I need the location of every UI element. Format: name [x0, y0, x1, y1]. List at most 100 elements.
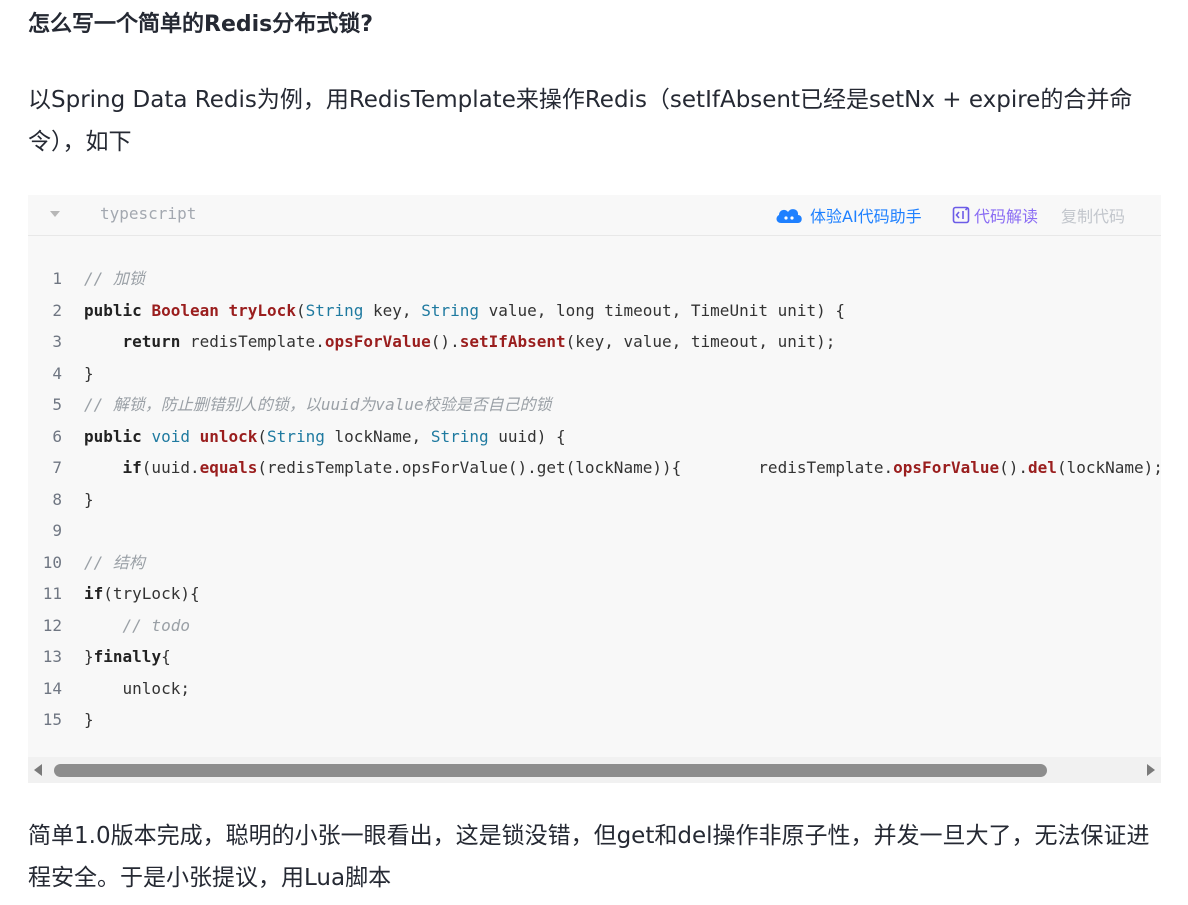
code-text: if(uuid.equals(redisTemplate.opsForValue… [84, 452, 1161, 484]
followup-paragraph: 简单1.0版本完成，聪明的小张一眼看出，这是锁没错，但get和del操作非原子性… [28, 823, 1150, 891]
code-token: String [421, 300, 479, 320]
code-token: (tryLock){ [103, 584, 200, 603]
code-text: public Boolean tryLock(String key, Strin… [84, 295, 845, 327]
copy-code-button[interactable]: 复制代码 [1061, 202, 1125, 228]
cloud-icon [776, 209, 802, 223]
code-block-header: typescript 体验AI代码助手 代码解读 复制代码 [28, 195, 1161, 236]
code-line: 5 // 解锁，防止删错别人的锁，以uuid为value校验是否自己的锁 [28, 389, 1161, 421]
code-text: // todo [84, 610, 190, 642]
code-line: 2 public Boolean tryLock(String key, Stri… [28, 295, 1161, 327]
code-token: lockName, [324, 426, 431, 446]
code-block: typescript 体验AI代码助手 代码解读 复制代码 1 // 加锁 2 pub… [28, 195, 1161, 783]
code-token: unlock; [84, 678, 190, 698]
code-token: } [84, 710, 94, 729]
code-token: unlock [199, 426, 258, 446]
horizontal-scrollbar[interactable] [28, 757, 1161, 783]
code-token: public [84, 300, 142, 320]
code-line: 1 // 加锁 [28, 263, 1161, 295]
line-number: 14 [42, 678, 62, 698]
code-line: 9 [28, 515, 1161, 547]
line-number: 6 [52, 426, 62, 446]
code-token: uuid) { [488, 426, 566, 446]
collapse-icon[interactable] [50, 211, 60, 217]
code-line: 6 public void unlock(String lockName, Str… [28, 421, 1161, 453]
code-token: // 加锁 [84, 269, 145, 288]
line-number: 5 [52, 395, 62, 414]
code-token: String [430, 426, 489, 446]
code-text: // 结构 [84, 547, 145, 579]
code-token: redisTemplate. [180, 332, 325, 351]
scroll-left-arrow-icon[interactable] [34, 764, 42, 776]
code-line: 8} [28, 484, 1161, 516]
line-number: 2 [52, 300, 62, 320]
code-language-label: typescript [100, 204, 197, 223]
line-number: 13 [42, 647, 62, 666]
line-number: 1 [52, 269, 62, 288]
code-token: key, [363, 300, 422, 320]
code-token: tryLock [228, 300, 296, 320]
line-number: 11 [42, 584, 62, 603]
code-line: 15} [28, 704, 1161, 736]
line-number: 4 [52, 363, 62, 383]
code-token: opsForValue [893, 458, 1000, 477]
code-token: String [305, 300, 364, 320]
code-token: void [151, 426, 190, 446]
code-token: if [122, 458, 142, 477]
code-token: } [84, 363, 94, 383]
code-token: } [84, 647, 94, 666]
code-text: if(tryLock){ [84, 578, 200, 610]
code-text: public void unlock(String lockName, Stri… [84, 421, 566, 453]
ai-assistant-button[interactable]: 体验AI代码助手 [774, 202, 922, 228]
code-token: } [84, 489, 94, 509]
code-token: setIfAbsent [459, 332, 566, 351]
intro-paragraph: 以Spring Data Redis为例，用RedisTemplate来操作Re… [28, 87, 1133, 155]
code-line: 3 return redisTemplate.opsForValue().set… [28, 326, 1161, 358]
code-text: unlock; [84, 673, 190, 705]
code-text: // 解锁，防止删错别人的锁，以uuid为value校验是否自己的锁 [84, 389, 552, 421]
scrollbar-thumb[interactable] [54, 764, 1047, 777]
code-token: del [1028, 458, 1057, 477]
code-token: (key, value, timeout, unit); [565, 332, 836, 351]
code-token: ( [295, 300, 306, 320]
code-token: // 结构 [84, 552, 145, 572]
code-token: (lockName); } [1056, 458, 1161, 477]
code-token: return [122, 332, 181, 351]
code-token: finally [93, 647, 162, 666]
code-line: 10 // 结构 [28, 547, 1161, 579]
code-line: 12 // todo [28, 610, 1161, 642]
code-text: return redisTemplate.opsForValue().setIf… [84, 326, 836, 358]
code-text: } [84, 358, 94, 390]
article-heading: 怎么写一个简单的Redis分布式锁? [28, 12, 374, 37]
code-body: 1// 加锁 2 public Boolean tryLock(String key… [28, 263, 1161, 736]
code-token: Boolean [151, 300, 219, 320]
line-number: 3 [52, 332, 62, 351]
code-text: // 加锁 [84, 263, 145, 295]
code-text: } [84, 484, 94, 516]
code-explain-button[interactable]: 代码解读 [952, 202, 1038, 228]
line-number: 10 [42, 552, 62, 572]
code-token: { [161, 647, 171, 666]
code-line: 4} [28, 358, 1161, 390]
code-token: // todo [122, 615, 190, 635]
scroll-right-arrow-icon[interactable] [1147, 764, 1155, 776]
code-token: String [267, 426, 325, 446]
code-token: (). [430, 332, 460, 351]
code-token: (uuid. [141, 458, 200, 477]
ai-assistant-label: 体验AI代码助手 [810, 207, 922, 226]
code-token: if [84, 584, 104, 603]
code-line: 14 unlock; [28, 673, 1161, 705]
code-text: } [84, 704, 94, 736]
line-number: 9 [52, 521, 62, 540]
code-token: value, long timeout, TimeUnit unit) { [478, 300, 846, 320]
code-token: (redisTemplate.opsForValue().get(lockNam… [257, 458, 894, 477]
code-token: opsForValue [324, 332, 431, 351]
code-token: equals [199, 458, 258, 477]
code-explain-icon [952, 206, 970, 224]
line-number: 12 [42, 615, 62, 635]
